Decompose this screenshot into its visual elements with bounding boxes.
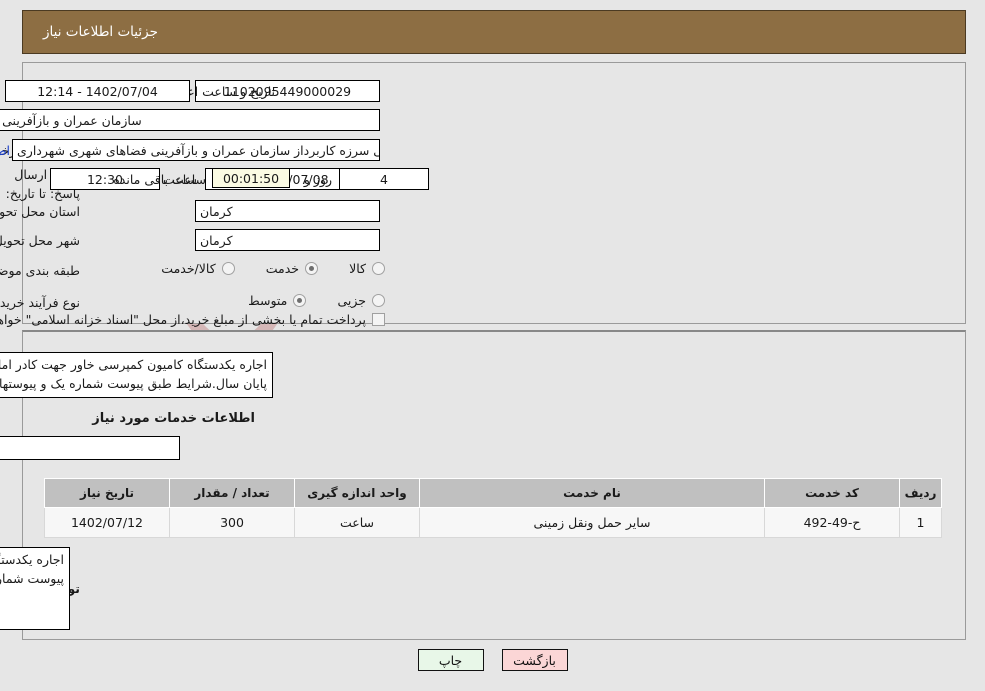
province-field[interactable]: کرمان xyxy=(195,200,380,222)
announce-datetime-field[interactable]: 1402/07/04 - 12:14 xyxy=(5,80,190,102)
page-root: AriaTender.net جزئیات اطلاعات نیاز شماره… xyxy=(0,0,985,691)
col-unit: واحد اندازه گیری xyxy=(294,478,420,508)
purchase-option-jozi-label: جزیی xyxy=(337,293,366,308)
category-option-khedmat[interactable]: خدمت xyxy=(265,261,319,276)
city-label: شهر محل تحویل: xyxy=(0,233,80,248)
province-label: استان محل تحویل: xyxy=(0,204,80,219)
radio-circle-icon[interactable] xyxy=(221,262,235,275)
purchase-type-radio-group: جزیی متوسط پرداخت تمام یا بخشی از مبلغ خ… xyxy=(0,292,385,330)
cell-row: 1 xyxy=(899,507,942,538)
treasury-docs-note: پرداخت تمام یا بخشی از مبلغ خرید،از محل … xyxy=(0,312,366,327)
buyer-notes-textarea[interactable]: اجاره یکدستگاه کامیون کمپرسی خاور جهت کا… xyxy=(0,547,70,630)
page-title: جزئیات اطلاعات نیاز xyxy=(43,24,158,40)
cell-code: ح-49-492 xyxy=(764,507,900,538)
table-row: 1 ح-49-492 سایر حمل ونقل زمینی ساعت 300 … xyxy=(44,507,942,538)
deadline-days-and-label: روز و xyxy=(303,172,332,187)
category-option-kala-label: کالا xyxy=(349,261,366,276)
services-table: ردیف کد خدمت نام خدمت واحد اندازه گیری ت… xyxy=(44,478,942,538)
buyer-notes-text: اجاره یکدستگاه کامیون کمپرسی خاور جهت کا… xyxy=(0,552,64,587)
radio-circle-icon[interactable] xyxy=(372,294,385,307)
need-description-text: اجاره یکدستگاه کامیون کمپرسی خاور جهت کا… xyxy=(0,357,267,392)
deadline-countdown-field: 00:01:50 xyxy=(212,168,290,188)
category-option-khedmat-label: خدمت xyxy=(265,261,300,276)
deadline-remaining-label: ساعت باقی مانده xyxy=(113,172,206,187)
col-row: ردیف xyxy=(899,478,942,508)
action-buttons: بازگشت چاپ xyxy=(0,649,985,671)
col-date: تاریخ نیاز xyxy=(44,478,170,508)
buyer-org-field[interactable]: سازمان عمران و بازآفرینی فضاهای شهری شهر… xyxy=(0,109,380,131)
buyer-contact-link[interactable]: اطلاعات تماس خریدار xyxy=(0,143,10,158)
checkbox-icon[interactable] xyxy=(372,313,385,326)
back-button[interactable]: بازگشت xyxy=(501,649,568,671)
category-option-kala-khedmat[interactable]: کالا/خدمت xyxy=(161,261,235,276)
city-field[interactable]: کرمان xyxy=(195,229,380,251)
cell-unit: ساعت xyxy=(294,507,420,538)
category-radio-group: کالا خدمت کالا/خدمت xyxy=(135,260,385,279)
category-option-kala[interactable]: کالا xyxy=(349,261,385,276)
service-group-field[interactable]: حمل و نقل و انبارداری xyxy=(0,436,180,460)
cell-qty: 300 xyxy=(169,507,295,538)
col-code: کد خدمت xyxy=(764,478,900,508)
category-option-kala-khedmat-label: کالا/خدمت xyxy=(161,261,216,276)
print-button[interactable]: چاپ xyxy=(417,649,484,671)
category-label: طبقه بندی موضوعی: xyxy=(0,263,80,278)
table-header-row: ردیف کد خدمت نام خدمت واحد اندازه گیری ت… xyxy=(44,478,942,508)
need-description-textarea[interactable]: اجاره یکدستگاه کامیون کمپرسی خاور جهت کا… xyxy=(0,352,273,398)
cell-name: سایر حمل ونقل زمینی xyxy=(419,507,765,538)
purchase-option-jozi[interactable]: جزیی xyxy=(337,293,385,308)
page-header: جزئیات اطلاعات نیاز xyxy=(22,10,966,54)
col-name: نام خدمت xyxy=(419,478,765,508)
purchase-option-motavaset[interactable]: متوسط xyxy=(248,293,307,308)
radio-circle-selected-icon[interactable] xyxy=(305,262,319,275)
purchase-option-motavaset-label: متوسط xyxy=(248,293,288,308)
services-heading: اطلاعات خدمات مورد نیاز xyxy=(92,411,255,426)
treasury-docs-checkbox-item[interactable]: پرداخت تمام یا بخشی از مبلغ خرید،از محل … xyxy=(0,312,385,327)
cell-date: 1402/07/12 xyxy=(44,507,170,538)
col-qty: تعداد / مقدار xyxy=(169,478,295,508)
radio-circle-selected-icon[interactable] xyxy=(293,294,307,307)
deadline-days-field[interactable]: 4 xyxy=(339,168,429,190)
radio-circle-icon[interactable] xyxy=(372,262,385,275)
requester-field[interactable]: علی حسنی سرزه کاربرداز سازمان عمران و با… xyxy=(12,139,380,161)
